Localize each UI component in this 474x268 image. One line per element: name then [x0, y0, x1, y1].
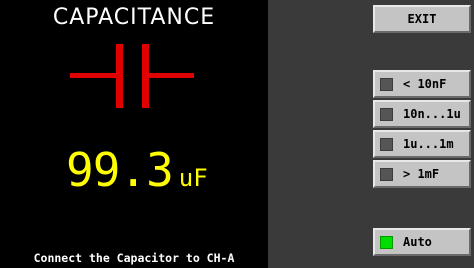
range-button-over-1mf[interactable]: > 1mF	[373, 160, 471, 188]
range-button-10n-1u[interactable]: 10n...1u	[373, 100, 471, 128]
range-button-label: > 1mF	[403, 167, 440, 181]
auto-indicator-led	[380, 235, 393, 249]
range-button-1u-1m[interactable]: 1u...1m	[373, 130, 471, 158]
measurement-display: CAPACITANCE 99.3 uF Connect the Capacitor…	[0, 0, 268, 268]
range-button-label: < 10nF	[403, 77, 447, 91]
exit-button[interactable]: EXIT	[373, 5, 471, 33]
auto-range-label: Auto	[403, 235, 432, 249]
status-message: Connect the Capacitor to CH-A	[33, 251, 235, 265]
measurement-reading: 99.3 uF	[66, 142, 208, 198]
measurement-unit: uF	[178, 164, 208, 192]
capacitance-meter-app: CAPACITANCE 99.3 uF Connect the Capacitor…	[0, 0, 474, 268]
auto-range-button[interactable]: Auto	[373, 228, 471, 256]
range-button-under-10nf[interactable]: < 10nF	[373, 70, 471, 98]
range-button-label: 1u...1m	[403, 137, 454, 151]
range-button-label: 10n...1u	[403, 107, 461, 121]
mode-title: CAPACITANCE	[52, 5, 216, 30]
capacitor-symbol-icon	[70, 44, 194, 108]
range-indicator-led	[380, 137, 393, 151]
exit-button-label: EXIT	[407, 12, 437, 26]
range-indicator-led	[380, 107, 393, 121]
measurement-value: 99.3	[66, 143, 174, 197]
range-indicator-led	[380, 77, 393, 91]
range-indicator-led	[380, 167, 393, 181]
